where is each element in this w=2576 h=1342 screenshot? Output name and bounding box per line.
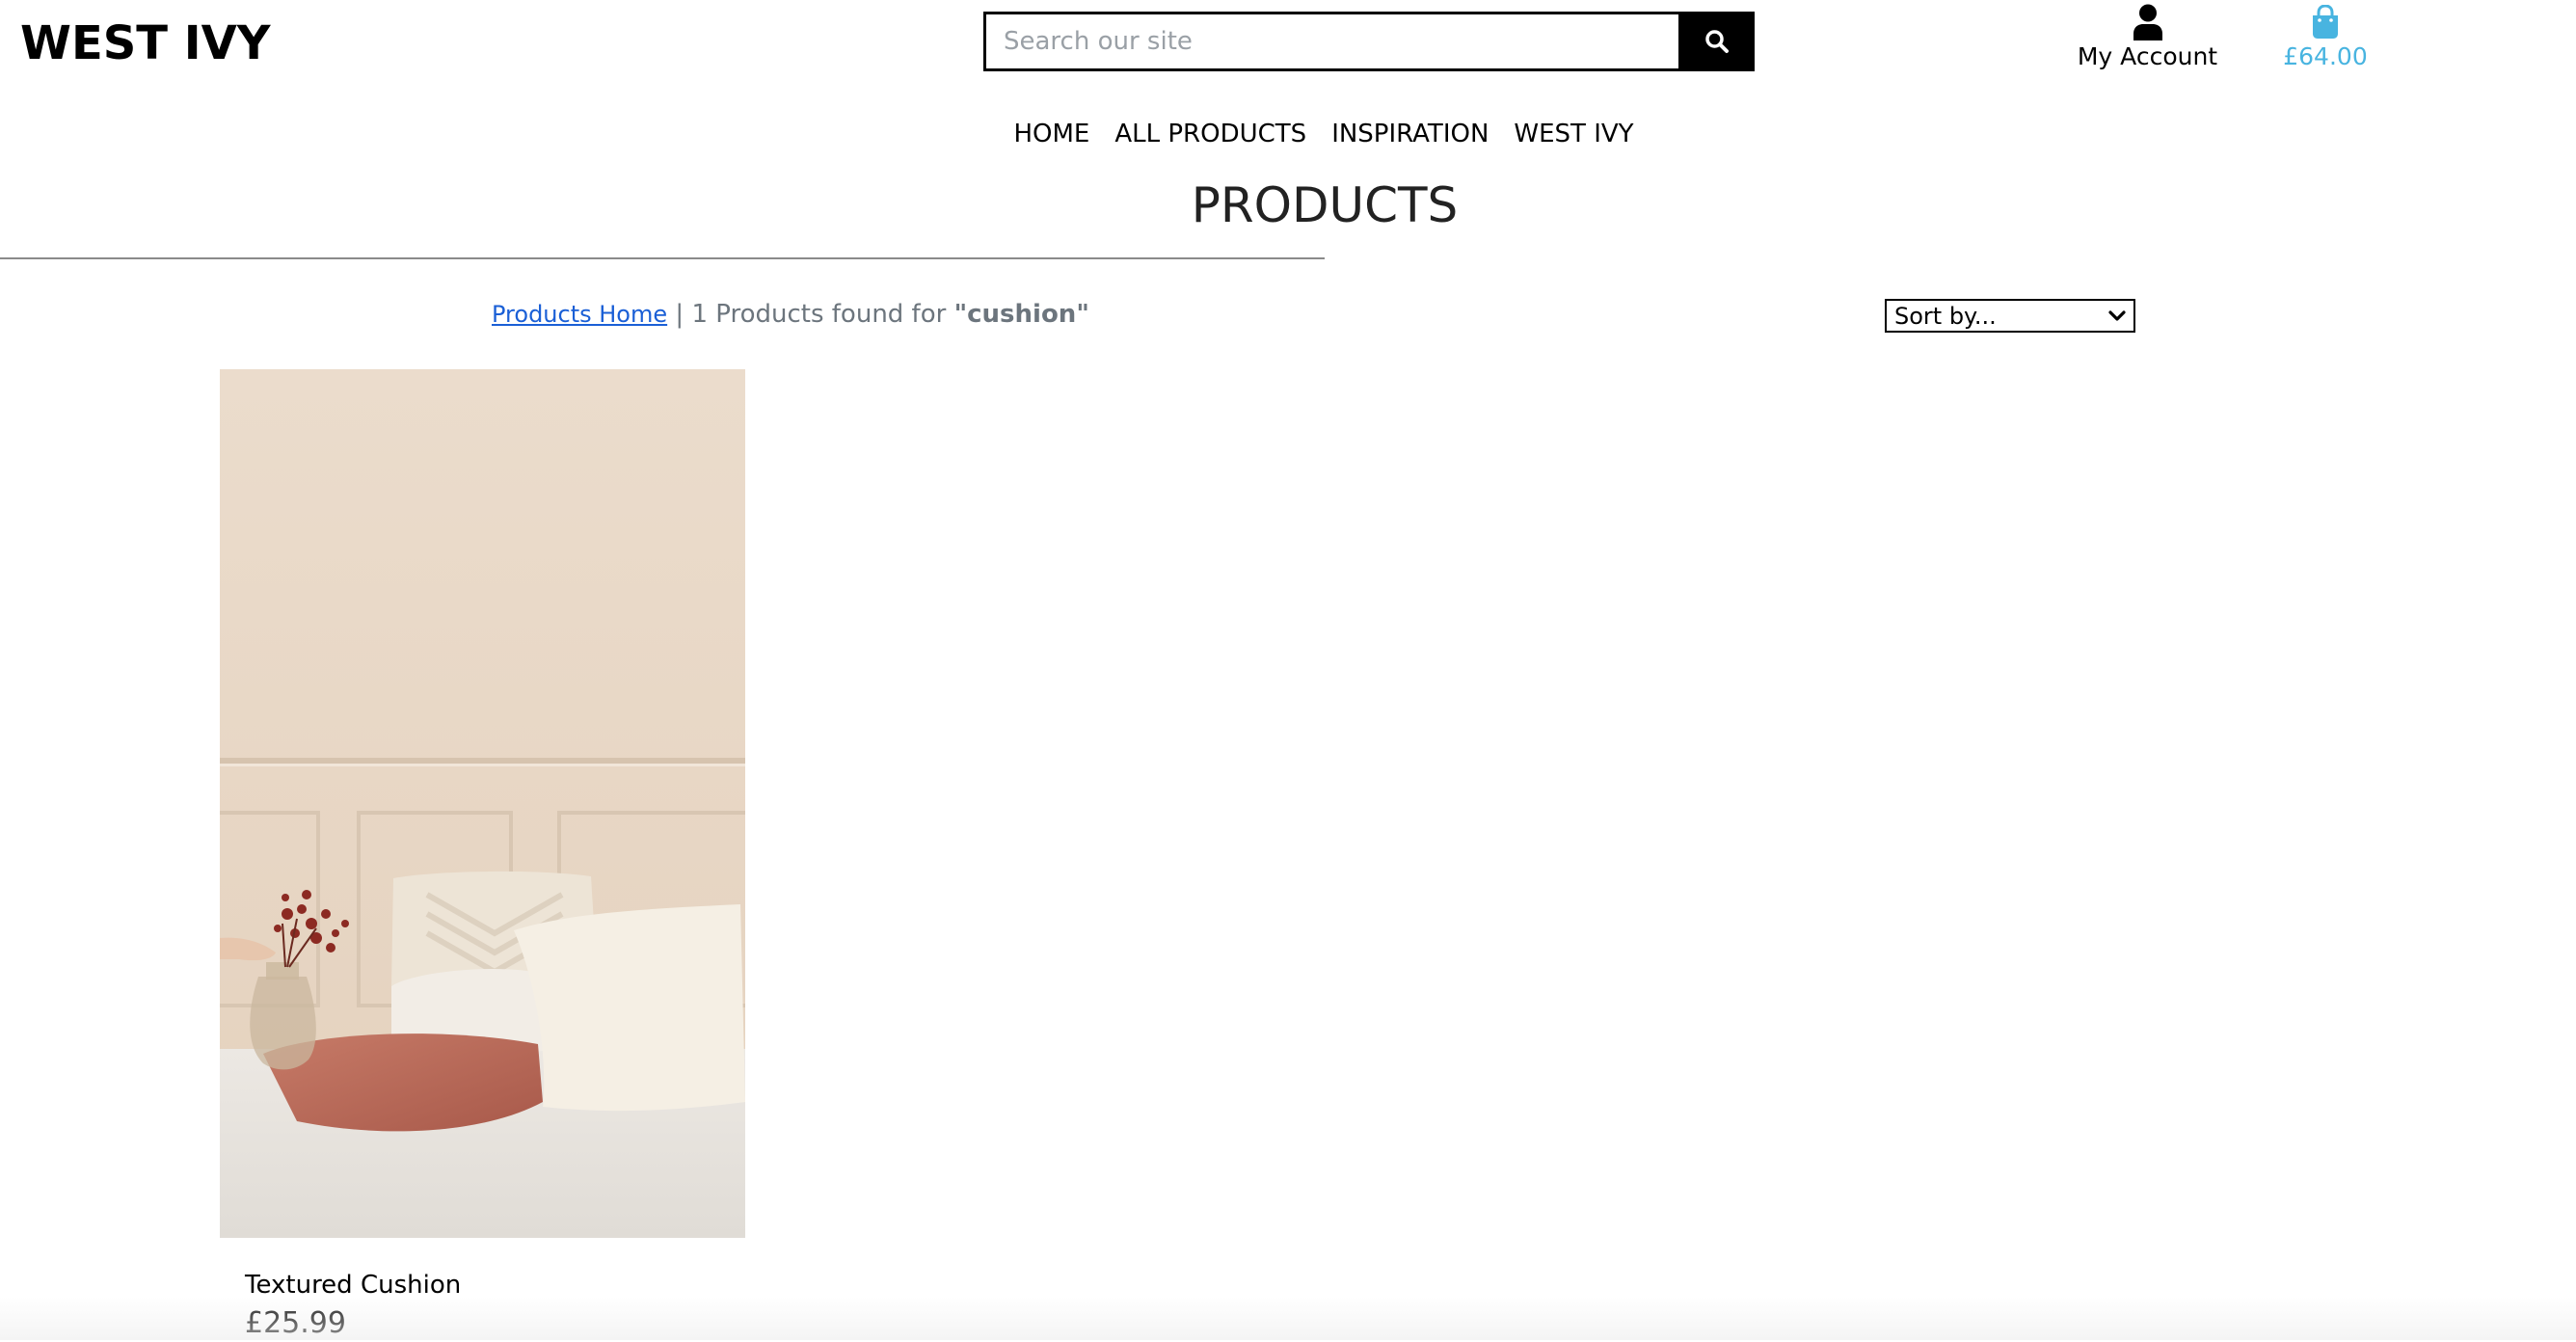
search-icon xyxy=(1704,30,1729,53)
sort-selected-value: Sort by... xyxy=(1894,302,1997,330)
search-button[interactable] xyxy=(1678,12,1755,71)
product-image[interactable] xyxy=(220,369,745,1238)
products-home-link[interactable]: Products Home xyxy=(492,301,667,328)
results-count: 1 Products found for xyxy=(691,300,947,329)
nav-item-all-products[interactable]: ALL PRODUCTS xyxy=(1114,114,1306,154)
product-price: £25.99 xyxy=(245,1306,346,1340)
shopping-bag-icon xyxy=(2313,5,2338,39)
product-card[interactable]: Textured Cushion £25.99 xyxy=(220,369,745,1342)
nav-item-home[interactable]: HOME xyxy=(1013,114,1089,154)
product-name[interactable]: Textured Cushion xyxy=(245,1269,745,1302)
search-form xyxy=(983,12,1755,71)
title-divider xyxy=(0,257,1325,259)
main-nav: HOME ALL PRODUCTS INSPIRATION WEST IVY xyxy=(0,114,2576,154)
site-logo[interactable]: WEST IVY xyxy=(20,13,271,73)
results-summary: Products Home | 1 Products found for "cu… xyxy=(492,297,1089,332)
user-icon xyxy=(2133,4,2162,40)
search-input[interactable] xyxy=(983,12,1678,71)
shopping-bag-link[interactable]: £64.00 xyxy=(2267,0,2383,81)
bag-total: £64.00 xyxy=(2283,42,2368,70)
nav-item-inspiration[interactable]: INSPIRATION xyxy=(1331,114,1489,154)
page-title: PRODUCTS xyxy=(1191,177,1459,233)
my-account-label: My Account xyxy=(2077,42,2218,70)
search-query: "cushion" xyxy=(953,300,1089,329)
nav-item-west-ivy[interactable]: WEST IVY xyxy=(1514,114,1633,154)
chevron-down-icon xyxy=(2108,309,2126,321)
sort-select[interactable]: Sort by... xyxy=(1885,299,2135,333)
my-account-link[interactable]: My Account xyxy=(2063,0,2232,81)
breadcrumb-separator: | xyxy=(675,300,684,329)
